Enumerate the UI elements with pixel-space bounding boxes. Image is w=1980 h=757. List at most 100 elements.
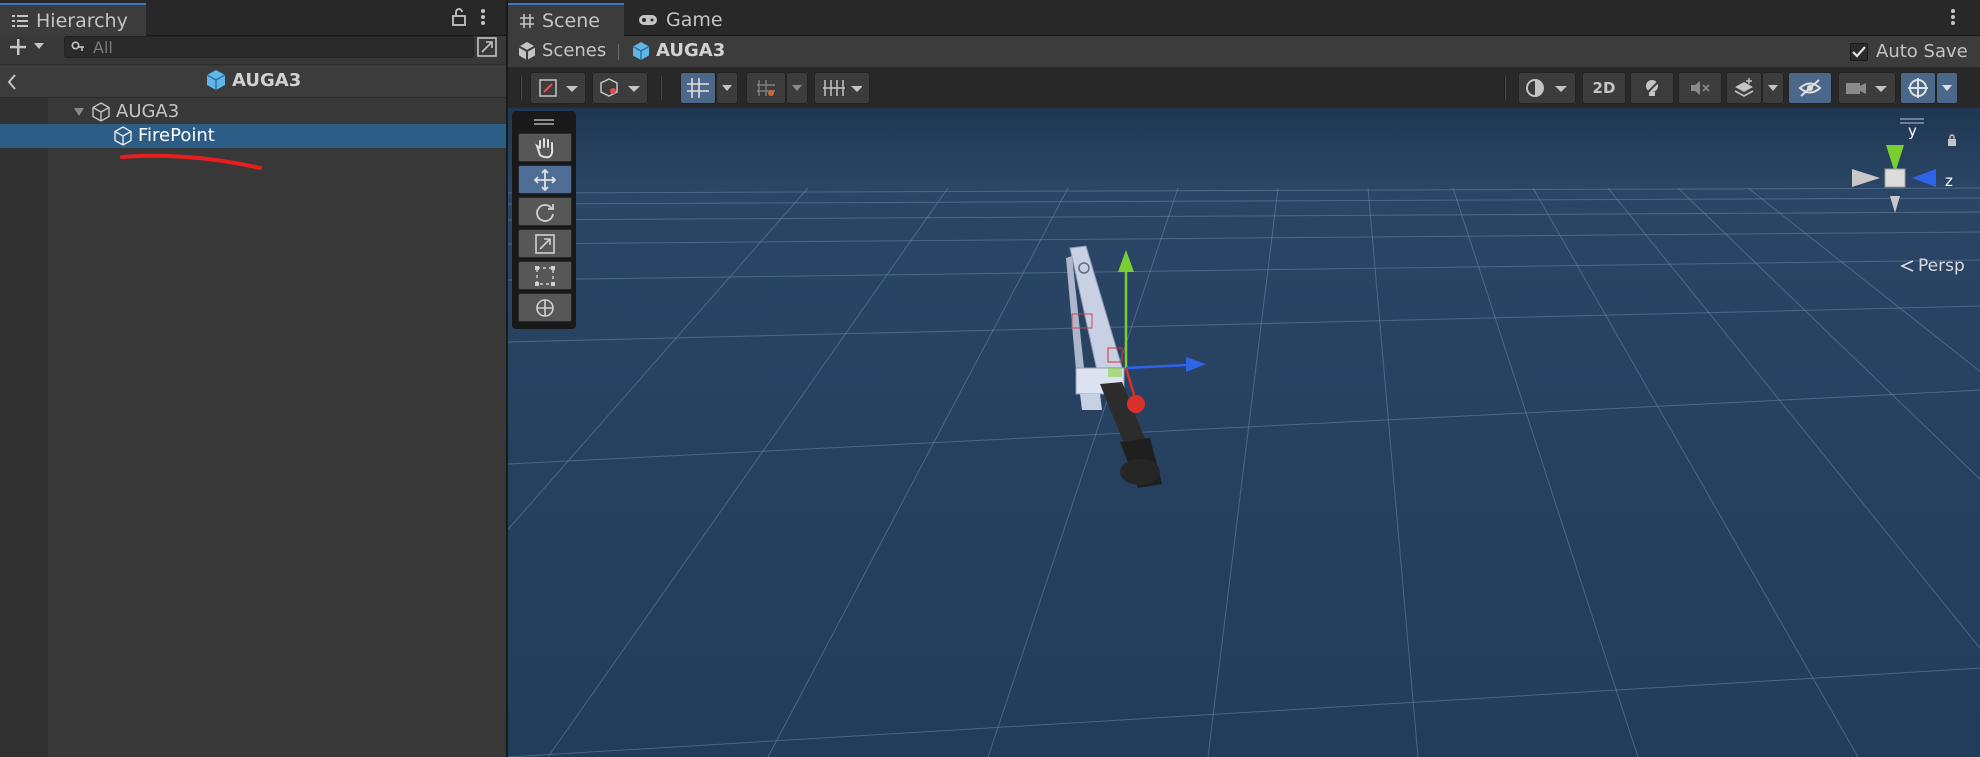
- speaker-muted-icon: [1691, 81, 1710, 95]
- breadcrumb: Scenes AUGA3 Auto Save: [508, 36, 1980, 68]
- lock-icon[interactable]: [452, 8, 466, 26]
- search-input[interactable]: All: [64, 36, 474, 58]
- toolbar-separator: [520, 76, 522, 100]
- scene-tabbar: Scene Game: [508, 0, 1980, 36]
- gizmo-drag-handle[interactable]: [1900, 118, 1924, 120]
- breadcrumb-current-label: AUGA3: [656, 40, 726, 61]
- search-icon: [71, 41, 85, 53]
- scene-visibility-button[interactable]: [1788, 72, 1832, 104]
- gizmos-button[interactable]: [1900, 72, 1936, 104]
- hierarchy-gutter: [0, 98, 48, 757]
- prefab-cube-icon: [632, 41, 650, 61]
- breadcrumb-root-label: Scenes: [542, 40, 607, 61]
- prefab-scene-header: AUGA3: [0, 64, 506, 98]
- gizmos-dropdown[interactable]: [1936, 72, 1958, 104]
- hierarchy-panel: Hierarchy All AUGA3 AUGA3 FirePoint: [0, 0, 506, 757]
- hierarchy-tabbar: Hierarchy: [0, 0, 506, 36]
- kebab-menu-icon[interactable]: [480, 8, 486, 26]
- shading-mode-button[interactable]: [1518, 72, 1576, 104]
- toggle-2d-button[interactable]: 2D: [1582, 72, 1626, 104]
- tab-hierarchy[interactable]: Hierarchy: [0, 3, 146, 36]
- scene-title: AUGA3: [206, 69, 301, 91]
- effects-toggle-button[interactable]: [1726, 72, 1762, 104]
- hierarchy-toolbar: All: [0, 36, 506, 58]
- auto-save-toggle[interactable]: Auto Save: [1850, 41, 1968, 62]
- scene-visibility-icon[interactable]: [477, 37, 497, 57]
- lighting-toggle-button[interactable]: [1630, 72, 1674, 104]
- bulb-icon: [1643, 79, 1661, 97]
- scene-viewport[interactable]: y z Persp: [508, 108, 1980, 757]
- chevron-down-icon[interactable]: [33, 42, 45, 50]
- move-tool[interactable]: [518, 165, 572, 194]
- gamepad-icon: [638, 14, 658, 26]
- gameobject-cube-icon: [113, 126, 133, 146]
- projection-label: Persp: [1918, 256, 1965, 276]
- grid-hash-icon: [520, 13, 534, 28]
- transform-tool[interactable]: [518, 293, 572, 322]
- eye-hidden-icon: [1798, 79, 1822, 97]
- breadcrumb-divider: [618, 44, 619, 60]
- audio-toggle-button[interactable]: [1678, 72, 1722, 104]
- orientation-gizmo[interactable]: y z Persp: [1820, 108, 1970, 278]
- rect-transform-icon: [535, 265, 555, 286]
- rect-tool[interactable]: [518, 261, 572, 290]
- transform-icon: [536, 298, 554, 317]
- toggle-grid-button[interactable]: [814, 72, 870, 104]
- gizmo-axis-z-label: z: [1945, 172, 1953, 190]
- camera-icon: [1846, 83, 1887, 94]
- perspective-icon: [1900, 260, 1914, 272]
- red-annotation-underline: [120, 153, 262, 170]
- breadcrumb-current[interactable]: AUGA3: [632, 40, 725, 61]
- prefab-cube-icon: [206, 69, 226, 91]
- move-arrows-icon: [534, 168, 556, 191]
- move-gizmo[interactable]: [1028, 248, 1268, 428]
- tab-scene[interactable]: Scene: [508, 3, 624, 36]
- breadcrumb-scenes[interactable]: Scenes: [518, 40, 606, 61]
- drag-handle-icon[interactable]: [534, 119, 554, 121]
- transform-tools: [512, 111, 576, 329]
- rotate-tool[interactable]: [518, 197, 572, 226]
- search-placeholder: All: [93, 37, 113, 57]
- auto-save-label: Auto Save: [1876, 41, 1968, 62]
- rotate-icon: [536, 203, 554, 222]
- toggle-2d-label: 2D: [1592, 79, 1616, 97]
- tab-scene-label: Scene: [542, 9, 600, 32]
- add-icon[interactable]: [8, 38, 28, 56]
- effects-dropdown[interactable]: [1762, 72, 1784, 104]
- tab-hierarchy-label: Hierarchy: [36, 9, 128, 32]
- toolbar-separator: [1504, 76, 1506, 100]
- increment-snap-button[interactable]: [746, 72, 786, 104]
- camera-settings-button[interactable]: [1838, 72, 1896, 104]
- gameobject-cube-icon: [91, 102, 111, 122]
- kebab-menu-icon[interactable]: [1950, 8, 1956, 26]
- checkmark-icon: [1852, 45, 1866, 58]
- grid-snapping-button[interactable]: [680, 72, 716, 104]
- scene-view-panel: Scene Game Scenes AUGA3 Auto Save 2D y z…: [506, 0, 1980, 757]
- tree-row-firepoint[interactable]: FirePoint: [0, 124, 506, 148]
- unity-logo-icon: [518, 41, 536, 61]
- gizmo-globe-icon: [1908, 78, 1928, 98]
- scale-tool[interactable]: [518, 229, 572, 258]
- tree-row-label: FirePoint: [138, 125, 215, 146]
- tree-row-label: AUGA3: [116, 101, 180, 122]
- auto-save-checkbox[interactable]: [1850, 42, 1868, 61]
- back-arrow-icon[interactable]: [7, 74, 17, 90]
- ground-grid: [508, 108, 1980, 757]
- gizmo-lock-icon[interactable]: [1947, 134, 1957, 146]
- tree-row-auga3[interactable]: AUGA3: [0, 100, 506, 124]
- layers-icon: [1734, 78, 1754, 97]
- draw-mode-button[interactable]: [530, 72, 586, 104]
- toolbar-separator: [660, 76, 662, 100]
- list-icon: [12, 14, 28, 28]
- hand-tool[interactable]: [518, 133, 572, 162]
- scene-title-label: AUGA3: [232, 69, 302, 91]
- expand-triangle-icon[interactable]: [73, 107, 85, 117]
- hand-icon: [535, 137, 554, 158]
- gizmo-axes: [1852, 145, 1936, 213]
- tab-game[interactable]: Game: [626, 3, 726, 36]
- tab-game-label: Game: [666, 8, 723, 31]
- projection-toggle[interactable]: Persp: [1900, 256, 1965, 276]
- render-mode-button[interactable]: [592, 72, 648, 104]
- increment-snap-dropdown[interactable]: [786, 72, 808, 104]
- grid-snapping-dropdown[interactable]: [716, 72, 738, 104]
